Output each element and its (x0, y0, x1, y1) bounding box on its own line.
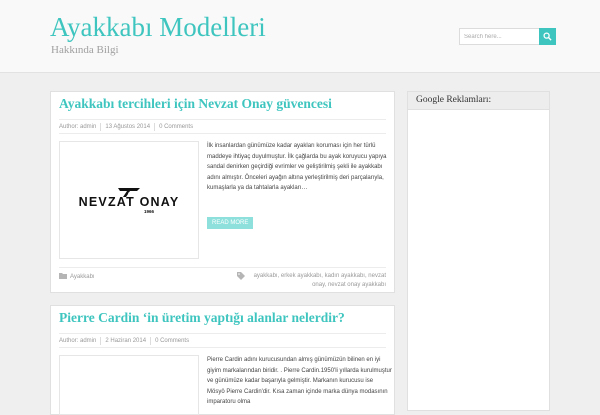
meta-divider (150, 336, 152, 345)
post-comments[interactable]: 0 Comments (155, 338, 189, 344)
search-icon (543, 32, 552, 41)
nevzat-onay-logo: NEVZAT ONAY 1966 (69, 186, 189, 214)
post-meta: Author: admin 13 Ağustos 2014 0 Comments (59, 119, 386, 134)
folder-icon (59, 273, 67, 279)
search-input[interactable] (459, 28, 539, 45)
logo-year: 1966 (143, 209, 154, 214)
read-more-button[interactable]: READ MORE (207, 217, 254, 229)
post-card: Ayakkabı tercihleri için Nevzat Onay güv… (50, 91, 395, 293)
site-header: Ayakkabı Modelleri Hakkında Bilgi (0, 0, 600, 73)
post-thumbnail[interactable] (59, 355, 199, 415)
post-thumbnail[interactable]: NEVZAT ONAY 1966 (59, 141, 199, 259)
sidebar-widget: Google Reklamları: (407, 91, 550, 411)
excerpt-text: İlk insanlardan günümüze kadar ayakları … (207, 143, 387, 191)
post-title[interactable]: Ayakkabı tercihleri için Nevzat Onay güv… (59, 96, 332, 112)
post-date: 13 Ağustos 2014 (105, 123, 151, 130)
logo-text: NEVZAT ONAY (78, 195, 180, 209)
post-category[interactable]: Ayakkabı (70, 274, 95, 280)
search-button[interactable] (539, 28, 556, 45)
post-comments[interactable]: 0 Comments (159, 124, 193, 130)
post-author[interactable]: Author: admin (59, 124, 96, 130)
post-author[interactable]: Author: admin (59, 338, 96, 344)
post-meta: Author: admin 2 Haziran 2014 0 Comments (59, 333, 386, 348)
meta-divider (100, 336, 102, 345)
meta-divider (100, 122, 102, 131)
post-title[interactable]: Pierre Cardin ‘in üretim yaptığı alanlar… (59, 310, 345, 326)
widget-title: Google Reklamları: (408, 92, 549, 110)
meta-divider (154, 122, 156, 131)
post-date: 2 Haziran 2014 (105, 337, 147, 344)
post-card: Pierre Cardin ‘in üretim yaptığı alanlar… (50, 305, 395, 415)
site-title[interactable]: Ayakkabı Modelleri (50, 12, 266, 43)
post-excerpt: İlk insanlardan günümüze kadar ayakları … (207, 141, 392, 194)
post-footer: Ayakkabı ayakkabı, erkek ayakkabı, kadın… (59, 267, 386, 290)
search-form (459, 28, 556, 45)
site-tagline: Hakkında Bilgi (51, 44, 119, 56)
post-tags[interactable]: ayakkabı, erkek ayakkabı, kadın ayakkabı… (241, 272, 386, 290)
